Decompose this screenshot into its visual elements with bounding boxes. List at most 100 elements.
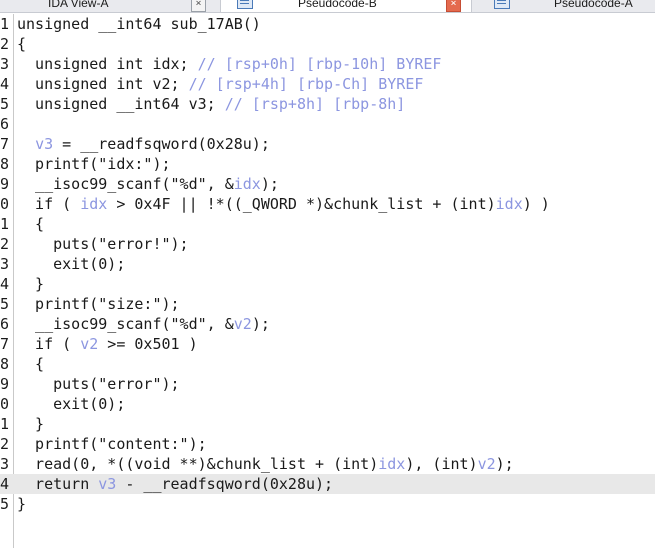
pseudocode-tab-icon — [494, 0, 510, 9]
code-line[interactable]: 6 — [0, 114, 655, 134]
code-token: unsigned __int64 sub_17AB() — [17, 15, 261, 33]
code-text[interactable]: exit(0); — [17, 254, 125, 274]
code-token: exit(0); — [17, 255, 126, 273]
tab-ida-view-a-label: IDA View-A — [48, 0, 109, 10]
line-number: 0 — [0, 195, 10, 213]
code-line[interactable]: 1 unsigned __int64 sub_17AB() — [0, 14, 655, 34]
code-text[interactable]: } — [17, 414, 44, 434]
line-number: 9 — [0, 175, 10, 193]
line-number: 5 — [0, 295, 10, 313]
code-text[interactable]: return v3 - __readfsqword(0x28u); — [17, 474, 333, 494]
code-line[interactable]: 1 } — [0, 414, 655, 434]
line-number: 8 — [0, 155, 10, 173]
code-text[interactable]: exit(0); — [17, 394, 125, 414]
code-line[interactable]: 4 } — [0, 274, 655, 294]
code-text[interactable]: if ( idx > 0x4F || !*((_QWORD *)&chunk_l… — [17, 194, 550, 214]
code-text[interactable]: unsigned __int64 v3; // [rsp+8h] [rbp-8h… — [17, 94, 405, 114]
line-number: 8 — [0, 355, 10, 373]
code-token: unsigned __int64 v3; — [17, 95, 225, 113]
line-number: 2 — [0, 435, 10, 453]
code-token: > 0x4F || !*((_QWORD *)&chunk_list + (in… — [107, 195, 496, 213]
code-text[interactable]: } — [17, 274, 44, 294]
code-token: if ( — [17, 335, 81, 353]
code-token: __isoc99_scanf("%d", & — [17, 315, 234, 333]
code-line[interactable]: 7 if ( v2 >= 0x501 ) — [0, 334, 655, 354]
line-number: 1 — [0, 415, 10, 433]
tab-pseudocode-a-label: Pseudocode-A — [554, 0, 633, 10]
code-line[interactable]: 8 printf("idx:"); — [0, 154, 655, 174]
code-line[interactable]: 4 unsigned int v2; // [rsp+4h] [rbp-Ch] … — [0, 74, 655, 94]
code-token: printf("size:"); — [17, 295, 180, 313]
line-number: 7 — [0, 135, 10, 153]
tab-pseudocode-b-label: Pseudocode-B — [298, 0, 377, 10]
code-text[interactable]: __isoc99_scanf("%d", &v2); — [17, 314, 270, 334]
close-tab-ida-view-a-icon[interactable]: × — [191, 0, 206, 12]
code-token: read(0, *((void **)&chunk_list + (int) — [17, 455, 379, 473]
code-token: ), (int) — [405, 455, 478, 473]
line-number: 0 — [0, 395, 10, 413]
comment-token: // [rsp+8h] [rbp-8h] — [224, 95, 406, 113]
line-number: 1 — [0, 215, 10, 233]
code-line[interactable]: 5 printf("size:"); — [0, 294, 655, 314]
code-line[interactable]: 6 __isoc99_scanf("%d", &v2); — [0, 314, 655, 334]
code-text[interactable]: puts("error!"); — [17, 234, 189, 254]
code-token: if ( — [17, 195, 81, 213]
code-text[interactable]: { — [17, 34, 26, 54]
code-text[interactable]: unsigned int idx; // [rsp+0h] [rbp-10h] … — [17, 54, 441, 74]
line-number: 5 — [0, 495, 10, 513]
code-token: puts("error!"); — [17, 235, 189, 253]
code-line[interactable]: 8 { — [0, 354, 655, 374]
code-text[interactable]: unsigned __int64 sub_17AB() — [17, 14, 261, 34]
code-token: ) ) — [522, 195, 550, 213]
code-token: __isoc99_scanf("%d", & — [17, 175, 234, 193]
comment-token: // [rsp+4h] [rbp-Ch] BYREF — [188, 75, 424, 93]
code-token: = __readfsqword(0x28u); — [53, 135, 270, 153]
line-number: 3 — [0, 55, 10, 73]
code-text[interactable]: if ( v2 >= 0x501 ) — [17, 334, 198, 354]
code-line[interactable]: 5 unsigned __int64 v3; // [rsp+8h] [rbp-… — [0, 94, 655, 114]
code-text[interactable]: unsigned int v2; // [rsp+4h] [rbp-Ch] BY… — [17, 74, 423, 94]
code-token: { — [17, 355, 45, 373]
code-line[interactable]: 2 puts("error!"); — [0, 234, 655, 254]
code-line[interactable]: 4 return v3 - __readfsqword(0x28u); — [0, 474, 655, 494]
code-token: - __readfsqword(0x28u); — [116, 475, 334, 493]
code-text[interactable]: printf("size:"); — [17, 294, 180, 314]
code-line[interactable]: 1 { — [0, 214, 655, 234]
code-text[interactable]: } — [17, 494, 26, 514]
code-text[interactable]: read(0, *((void **)&chunk_list + (int)id… — [17, 454, 514, 474]
code-line[interactable]: 2{ — [0, 34, 655, 54]
line-number: 1 — [0, 15, 10, 33]
code-text[interactable]: __isoc99_scanf("%d", &idx); — [17, 174, 279, 194]
code-text[interactable]: { — [17, 354, 44, 374]
code-token: >= 0x501 ) — [98, 335, 198, 353]
code-text[interactable]: { — [17, 214, 44, 234]
code-text[interactable]: printf("idx:"); — [17, 154, 170, 174]
variable-token: idx — [495, 195, 523, 213]
code-token: } — [17, 415, 45, 433]
code-line[interactable]: 9 puts("error"); — [0, 374, 655, 394]
comment-token: // [rsp+0h] [rbp-10h] BYREF — [197, 55, 442, 73]
variable-token: idx — [80, 195, 108, 213]
code-token: } — [17, 495, 27, 513]
code-line[interactable]: 2 printf("content:"); — [0, 434, 655, 454]
code-line[interactable]: 0 exit(0); — [0, 394, 655, 414]
pseudocode-tab-icon — [237, 0, 253, 9]
close-tab-pseudocode-b-icon[interactable]: × — [446, 0, 461, 12]
code-token: exit(0); — [17, 395, 126, 413]
code-text[interactable]: printf("content:"); — [17, 434, 207, 454]
code-line[interactable]: 3 exit(0); — [0, 254, 655, 274]
code-line[interactable]: 3 read(0, *((void **)&chunk_list + (int)… — [0, 454, 655, 474]
line-number: 2 — [0, 235, 10, 253]
code-line[interactable]: 9 __isoc99_scanf("%d", &idx); — [0, 174, 655, 194]
code-token: unsigned int v2; — [17, 75, 189, 93]
code-line[interactable]: 5} — [0, 494, 655, 514]
code-text[interactable]: puts("error"); — [17, 374, 179, 394]
code-line[interactable]: 3 unsigned int idx; // [rsp+0h] [rbp-10h… — [0, 54, 655, 74]
tab-bar: IDA View-A × Pseudocode-B × Pseudocode-A — [0, 0, 655, 13]
code-line[interactable]: 7 v3 = __readfsqword(0x28u); — [0, 134, 655, 154]
pseudocode-view[interactable]: 1 unsigned __int64 sub_17AB() 2{3 unsigned… — [0, 14, 655, 514]
code-text[interactable]: v3 = __readfsqword(0x28u); — [17, 134, 270, 154]
code-line[interactable]: 0 if ( idx > 0x4F || !*((_QWORD *)&chunk… — [0, 194, 655, 214]
variable-token: v2 — [477, 455, 496, 473]
